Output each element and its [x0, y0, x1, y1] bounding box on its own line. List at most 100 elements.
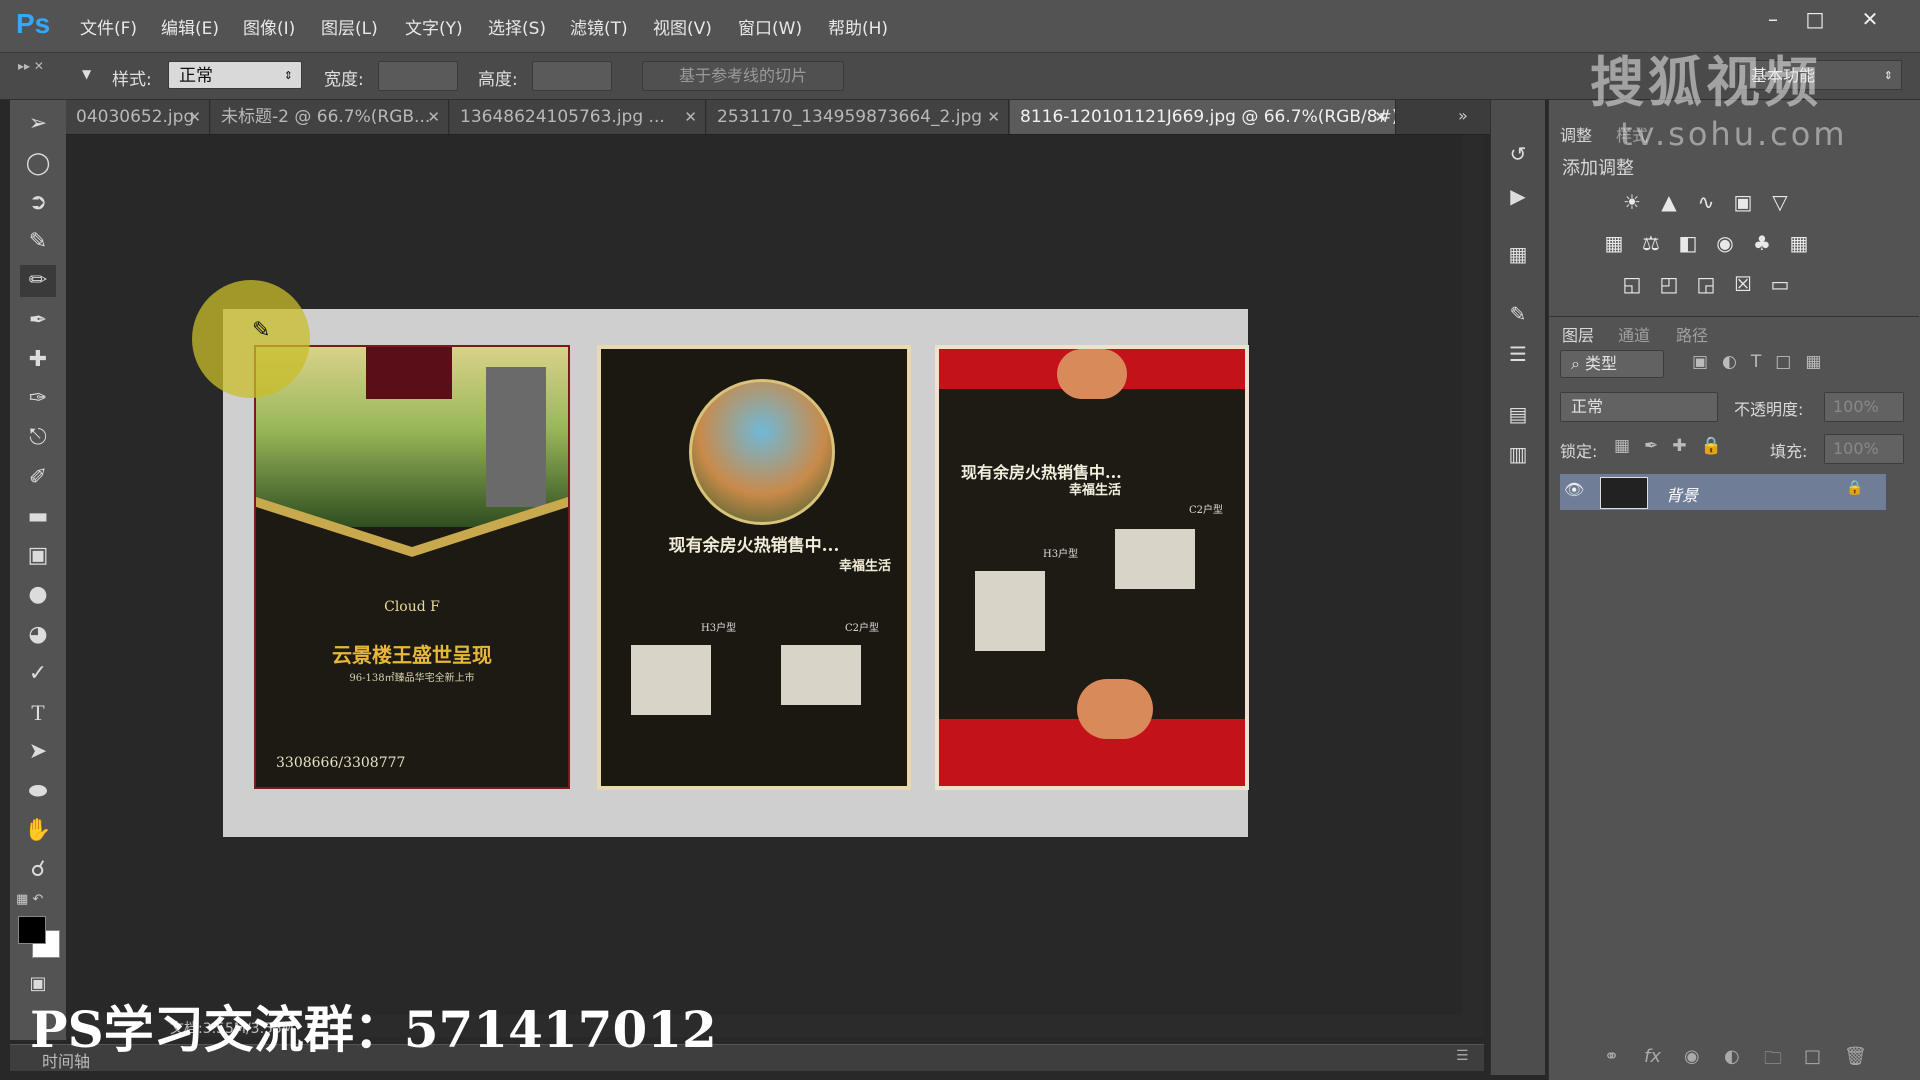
menu-edit[interactable]: 编辑(E) — [161, 14, 219, 39]
marquee-tool-icon[interactable]: ◯ — [20, 148, 56, 180]
tab-document-1[interactable]: 04030652.jpg ✕ — [66, 100, 210, 134]
tab-document-2[interactable]: 未标题-2 @ 66.7%(RGB... ✕ — [211, 100, 449, 134]
lock-icons[interactable]: ▦✒✚🔒 — [1614, 436, 1736, 456]
levels-icon[interactable]: ▲ — [1655, 188, 1683, 216]
menu-help[interactable]: 帮助(H) — [828, 14, 888, 39]
add-mask-icon[interactable]: ◉ — [1684, 1046, 1700, 1067]
exposure-icon[interactable]: ▣ — [1729, 188, 1757, 216]
menu-filter[interactable]: 滤镜(T) — [570, 14, 628, 39]
paragraph-panel-icon[interactable]: ▥ — [1504, 440, 1532, 468]
curves-icon[interactable]: ∿ — [1692, 188, 1720, 216]
default-colors-icon[interactable]: ▦ ↶ — [16, 892, 43, 907]
slices-from-guides-button[interactable]: 基于参考线的切片 — [642, 61, 844, 91]
pen-tool-icon[interactable]: ✓ — [20, 658, 56, 690]
blend-mode-value: 正常 — [1571, 397, 1604, 416]
healing-brush-tool-icon[interactable]: ✚ — [20, 344, 56, 376]
blend-mode-select[interactable]: 正常 — [1560, 392, 1718, 422]
ellipse-tool-icon[interactable]: ⬬ — [20, 776, 56, 808]
more-tabs-icon[interactable]: » — [1458, 106, 1468, 125]
width-input[interactable] — [378, 61, 458, 91]
actions-panel-icon[interactable]: ▶ — [1504, 182, 1532, 210]
quick-selection-tool-icon[interactable]: ✎ — [20, 226, 56, 258]
tab-close-icon[interactable]: ✕ — [188, 100, 201, 134]
layer-filter-icons[interactable]: ▣◐T□▦ — [1692, 352, 1835, 372]
delete-layer-icon[interactable]: 🗑 — [1844, 1046, 1867, 1067]
layer-filter-select[interactable]: ⌕ 类型 — [1560, 350, 1664, 378]
tab-document-4[interactable]: 2531170_134959873664_2.jpg ✕ — [707, 100, 1009, 134]
threshold-icon[interactable]: ◲ — [1692, 270, 1720, 298]
path-selection-tool-icon[interactable]: ➤ — [20, 736, 56, 768]
brightness-contrast-icon[interactable]: ☀ — [1618, 188, 1646, 216]
brush-tool-icon[interactable]: ✑ — [20, 383, 56, 415]
tab-adjustments[interactable]: 调整 — [1560, 122, 1592, 146]
type-tool-icon[interactable]: T — [20, 697, 56, 729]
tool-preset-dropdown-icon[interactable]: ▼ — [82, 67, 91, 81]
vertical-scrollbar[interactable] — [1462, 135, 1484, 1015]
minimize-icon[interactable]: – — [1755, 6, 1791, 32]
menu-image[interactable]: 图像(I) — [243, 14, 295, 39]
brush-panel-icon[interactable]: ✎ — [1504, 300, 1532, 328]
eyedropper-tool-icon[interactable]: ✒ — [20, 305, 56, 337]
panel-divider — [1549, 316, 1919, 317]
link-layers-icon[interactable]: ⚭ — [1604, 1046, 1619, 1067]
panel-menu-icon[interactable]: ☰ — [1456, 1048, 1469, 1064]
history-brush-tool-icon[interactable]: ✐ — [20, 462, 56, 494]
color-lookup-icon[interactable]: ▦ — [1785, 229, 1813, 257]
fill-input[interactable]: 100% — [1824, 434, 1904, 464]
hand-tool-icon[interactable]: ✋ — [20, 815, 56, 847]
tab-document-5-active[interactable]: 8116-120101121J669.jpg @ 66.7%(RGB/8#) ✕ — [1010, 100, 1396, 134]
menu-view[interactable]: 视图(V) — [653, 14, 712, 39]
new-adjustment-layer-icon[interactable]: ◐ — [1724, 1046, 1740, 1067]
layer-name[interactable]: 背景 — [1666, 482, 1698, 506]
height-input[interactable] — [532, 61, 612, 91]
invert-icon[interactable]: ◱ — [1618, 270, 1646, 298]
tab-layers[interactable]: 图层 — [1562, 322, 1594, 346]
brush-presets-panel-icon[interactable]: ☰ — [1504, 340, 1532, 368]
collapse-icon[interactable]: ▸▸ ✕ — [18, 59, 44, 73]
gradient-map-icon[interactable]: ▭ — [1766, 270, 1794, 298]
opacity-value: 100% — [1833, 397, 1879, 416]
menu-window[interactable]: 窗口(W) — [738, 14, 802, 39]
zoom-tool-icon[interactable]: ☌ — [20, 854, 56, 886]
tab-channels[interactable]: 通道 — [1618, 322, 1650, 346]
character-panel-icon[interactable]: ▤ — [1504, 400, 1532, 428]
lasso-tool-icon[interactable]: ➲ — [20, 187, 56, 219]
fx-icon[interactable]: fx — [1644, 1046, 1661, 1067]
color-balance-icon[interactable]: ⚖ — [1637, 229, 1665, 257]
tab-close-icon[interactable]: ✕ — [427, 100, 440, 134]
eraser-tool-icon[interactable]: ▬ — [20, 501, 56, 533]
new-layer-icon[interactable]: □ — [1804, 1046, 1821, 1067]
poster-2-sub: 幸福生活 — [838, 559, 891, 574]
style-select[interactable]: 正常 ⇕ — [168, 61, 302, 89]
new-group-icon[interactable]: 🗀 — [1764, 1046, 1782, 1076]
history-panel-icon[interactable]: ↺ — [1504, 140, 1532, 168]
menu-select[interactable]: 选择(S) — [488, 14, 546, 39]
menu-layer[interactable]: 图层(L) — [321, 14, 378, 39]
black-white-icon[interactable]: ◧ — [1674, 229, 1702, 257]
move-tool-icon[interactable]: ➢ — [20, 108, 56, 140]
posterize-icon[interactable]: ◰ — [1655, 270, 1683, 298]
slice-tool-icon[interactable]: ✏ — [20, 265, 56, 297]
visibility-eye-icon[interactable]: 👁 — [1564, 480, 1584, 499]
opacity-input[interactable]: 100% — [1824, 392, 1904, 422]
close-icon[interactable]: ✕ — [1852, 6, 1888, 32]
foreground-color-swatch[interactable] — [18, 916, 46, 944]
vibrance-icon[interactable]: ▽ — [1766, 188, 1794, 216]
tab-document-3[interactable]: 13648624105763.jpg ... ✕ — [450, 100, 706, 134]
selective-color-icon[interactable]: ☒ — [1729, 270, 1757, 298]
tab-close-icon[interactable]: ✕ — [987, 100, 1000, 134]
maximize-icon[interactable]: □ — [1797, 6, 1833, 32]
tab-paths[interactable]: 路径 — [1676, 322, 1708, 346]
tab-close-icon[interactable]: ✕ — [1374, 100, 1387, 134]
hue-saturation-icon[interactable]: ▦ — [1600, 229, 1628, 257]
tab-close-icon[interactable]: ✕ — [684, 100, 697, 134]
gradient-tool-icon[interactable]: ▣ — [20, 540, 56, 572]
blur-tool-icon[interactable]: ● — [20, 579, 56, 611]
properties-panel-icon[interactable]: ▦ — [1504, 240, 1532, 268]
dodge-tool-icon[interactable]: ◕ — [20, 619, 56, 651]
photo-filter-icon[interactable]: ◉ — [1711, 229, 1739, 257]
clone-stamp-tool-icon[interactable]: ⎋ — [20, 422, 56, 454]
menu-type[interactable]: 文字(Y) — [405, 14, 463, 39]
channel-mixer-icon[interactable]: ♣ — [1748, 229, 1776, 257]
menu-file[interactable]: 文件(F) — [80, 14, 137, 39]
